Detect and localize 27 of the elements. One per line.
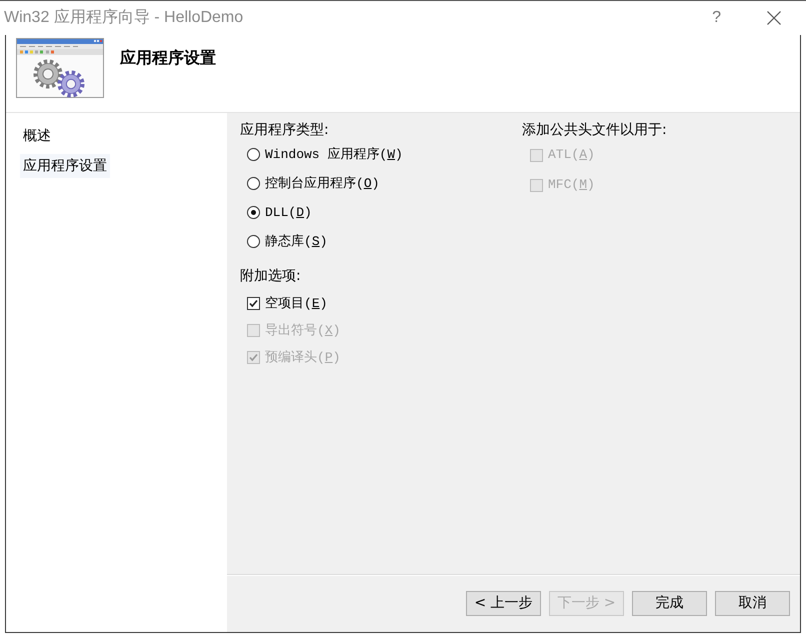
radio-button[interactable]: [247, 177, 260, 190]
help-button[interactable]: ?: [708, 8, 725, 28]
radio-button[interactable]: [247, 206, 260, 219]
close-icon[interactable]: [767, 11, 781, 25]
gears-window-icon: [16, 38, 104, 98]
wizard-button[interactable]: < 上一步: [466, 591, 541, 616]
checkbox-label: ATL(A): [548, 147, 595, 163]
sidebar-item[interactable]: 应用程序设置: [20, 154, 110, 178]
wizard-button[interactable]: 完成: [632, 591, 707, 616]
group-label: 应用程序类型:: [240, 121, 329, 140]
radio-button[interactable]: [247, 148, 260, 161]
group-label: 添加公共头文件以用于:: [522, 121, 667, 140]
radio-label: DLL(D): [265, 204, 312, 220]
radio-button[interactable]: [247, 235, 260, 248]
page-heading: 应用程序设置: [120, 48, 216, 68]
checkbox-label: 预编译头(P): [265, 350, 340, 366]
sidebar-item[interactable]: 概述: [20, 124, 54, 148]
wizard-button[interactable]: 取消: [715, 591, 790, 616]
checkbox-label: 导出符号(X): [265, 322, 340, 338]
window-title: Win32 应用程序向导 - HelloDemo: [3, 8, 244, 28]
checkbox-label: 空项目(E): [265, 296, 328, 312]
radio-label: 静态库(S): [265, 234, 328, 250]
group-label: 附加选项:: [240, 267, 301, 286]
radio-label: 控制台应用程序(O): [265, 176, 380, 192]
checkbox-label: MFC(M): [548, 177, 595, 193]
radio-label: Windows 应用程序(W): [265, 146, 403, 162]
checkbox[interactable]: [247, 297, 260, 310]
